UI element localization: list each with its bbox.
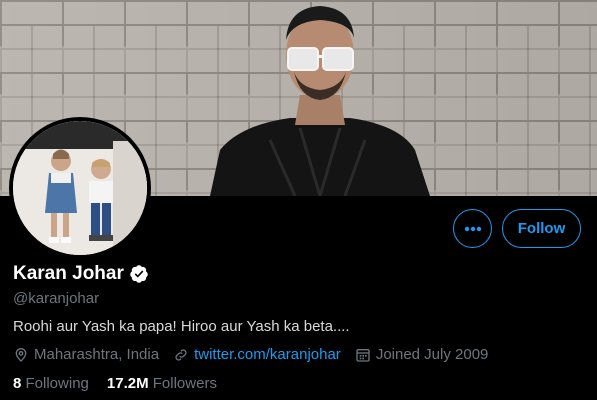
following-stat[interactable]: 8 Following xyxy=(13,375,89,392)
more-options-icon xyxy=(464,226,481,231)
location-pin-icon xyxy=(15,347,27,362)
profile-avatar[interactable] xyxy=(9,117,151,259)
joined-text: Joined July 2009 xyxy=(375,346,489,363)
link-icon xyxy=(175,348,187,361)
banner-person-figure xyxy=(210,6,430,196)
location-text: Maharashtra, India xyxy=(34,346,160,363)
location-item: Maharashtra, India xyxy=(13,346,159,363)
avatar-photo xyxy=(13,121,147,255)
profile-bio: Roohi aur Yash ka papa! Hiroo aur Yash k… xyxy=(13,318,350,335)
followers-label: Followers xyxy=(152,375,217,392)
profile-handle: @karanjohar xyxy=(13,290,100,307)
verified-badge-icon xyxy=(130,265,148,283)
follow-button[interactable]: Follow xyxy=(502,209,581,248)
website-link[interactable]: twitter.com/karanjohar xyxy=(194,346,341,363)
profile-meta-row: Maharashtra, India twitter.com/karanjoha… xyxy=(13,346,502,363)
joined-item: Joined July 2009 xyxy=(355,346,489,363)
followers-count: 17.2M xyxy=(106,375,149,392)
following-label: Following xyxy=(25,375,89,392)
profile-name: Karan Johar xyxy=(13,263,124,284)
profile-stats: 8 Following 17.2M Followers xyxy=(13,375,235,392)
calendar-icon xyxy=(356,348,370,362)
avatar-children-figures xyxy=(13,121,147,255)
more-options-button[interactable] xyxy=(453,209,492,248)
profile-name-row: Karan Johar xyxy=(13,263,149,285)
following-count: 8 xyxy=(13,375,22,392)
website-item[interactable]: twitter.com/karanjohar xyxy=(173,346,341,363)
followers-stat[interactable]: 17.2M Followers xyxy=(107,375,217,392)
